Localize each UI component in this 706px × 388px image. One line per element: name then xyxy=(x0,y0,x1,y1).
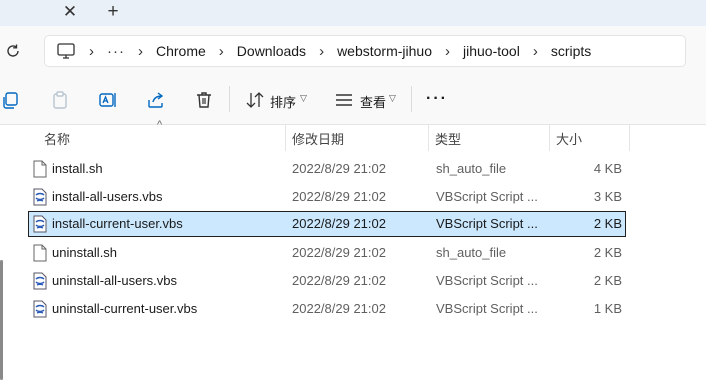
copy-icon[interactable] xyxy=(2,90,22,110)
rename-icon[interactable] xyxy=(98,90,118,110)
file-size: 2 KB xyxy=(593,245,622,260)
view-icon[interactable] xyxy=(334,90,354,110)
breadcrumb-item[interactable]: webstorm-jihuo xyxy=(337,43,432,59)
chevron-right-icon[interactable]: › xyxy=(89,43,94,60)
breadcrumb-item[interactable]: jihuo-tool xyxy=(463,43,520,59)
file-size: 1 KB xyxy=(593,301,622,316)
column-divider[interactable] xyxy=(629,125,630,151)
breadcrumb-overflow[interactable]: ··· xyxy=(107,43,125,60)
column-divider[interactable] xyxy=(549,125,550,151)
view-button-label[interactable]: 查看 xyxy=(360,92,386,111)
file-modified: 2022/8/29 21:02 xyxy=(292,273,386,288)
chevron-down-icon[interactable]: ▽ xyxy=(389,93,396,104)
file-row-selected[interactable]: install-current-user.vbs 2022/8/29 21:02… xyxy=(28,211,626,237)
file-size: 2 KB xyxy=(593,273,622,288)
sort-ascending-icon: ^ xyxy=(157,119,163,131)
file-type: VBScript Script ... xyxy=(436,216,538,231)
file-row[interactable]: install.sh 2022/8/29 21:02 sh_auto_file … xyxy=(28,156,626,182)
breadcrumb-item[interactable]: Downloads xyxy=(237,43,306,59)
paste-icon[interactable] xyxy=(50,90,70,110)
file-modified: 2022/8/29 21:02 xyxy=(292,245,386,260)
file-modified: 2022/8/29 21:02 xyxy=(292,216,386,231)
file-name: uninstall-current-user.vbs xyxy=(52,301,198,316)
column-divider[interactable] xyxy=(428,125,429,151)
file-type: VBScript Script ... xyxy=(436,189,538,204)
command-bar: 排序 ▽ 查看 ▽ ··· xyxy=(0,76,706,125)
vbscript-file-icon xyxy=(33,272,47,290)
chevron-right-icon[interactable]: › xyxy=(138,43,143,60)
plus-icon[interactable]: + xyxy=(104,2,122,21)
share-icon[interactable] xyxy=(146,90,166,110)
generic-file-icon xyxy=(33,244,47,262)
tab-strip: ✕ + xyxy=(0,0,706,26)
delete-icon[interactable] xyxy=(194,90,214,110)
vbscript-file-icon xyxy=(33,300,47,318)
column-header-modified[interactable]: 修改日期 xyxy=(292,129,344,148)
file-type: VBScript Script ... xyxy=(436,301,538,316)
file-row[interactable]: uninstall-all-users.vbs 2022/8/29 21:02 … xyxy=(28,268,626,294)
scrollbar[interactable] xyxy=(0,260,3,380)
file-name: install-all-users.vbs xyxy=(52,189,163,204)
file-size: 4 KB xyxy=(593,161,622,176)
file-row[interactable]: uninstall.sh 2022/8/29 21:02 sh_auto_fil… xyxy=(28,240,626,266)
file-modified: 2022/8/29 21:02 xyxy=(292,189,386,204)
toolbar-divider xyxy=(411,86,412,112)
toolbar-divider xyxy=(229,86,230,112)
address-row: › ··· › Chrome › Downloads › webstorm-ji… xyxy=(0,26,706,76)
file-modified: 2022/8/29 21:02 xyxy=(292,161,386,176)
file-name: install.sh xyxy=(52,161,103,176)
vbscript-file-icon xyxy=(33,215,47,233)
generic-file-icon xyxy=(33,160,47,178)
more-options-button[interactable]: ··· xyxy=(426,90,448,108)
file-name: uninstall.sh xyxy=(52,245,118,260)
chevron-down-icon[interactable]: ▽ xyxy=(300,93,307,104)
chevron-right-icon[interactable]: › xyxy=(533,43,538,60)
file-row[interactable]: uninstall-current-user.vbs 2022/8/29 21:… xyxy=(28,296,626,322)
computer-icon[interactable] xyxy=(56,41,76,61)
column-divider[interactable] xyxy=(285,125,286,151)
file-type: sh_auto_file xyxy=(436,245,507,260)
file-row[interactable]: install-all-users.vbs 2022/8/29 21:02 VB… xyxy=(28,184,626,210)
file-name: uninstall-all-users.vbs xyxy=(52,273,177,288)
column-header-name[interactable]: 名称 xyxy=(44,129,70,148)
close-icon[interactable]: ✕ xyxy=(61,3,79,21)
chevron-right-icon[interactable]: › xyxy=(445,43,450,60)
column-headers: ^ 名称 修改日期 类型 大小 xyxy=(0,119,706,151)
vbscript-file-icon xyxy=(33,188,47,206)
file-name: install-current-user.vbs xyxy=(52,216,183,231)
column-header-size[interactable]: 大小 xyxy=(556,129,582,148)
chevron-right-icon[interactable]: › xyxy=(319,43,324,60)
breadcrumb-item[interactable]: Chrome xyxy=(156,43,206,59)
address-bar[interactable]: › ··· › Chrome › Downloads › webstorm-ji… xyxy=(44,35,686,67)
file-size: 2 KB xyxy=(593,216,622,231)
chevron-right-icon[interactable]: › xyxy=(219,43,224,60)
file-type: VBScript Script ... xyxy=(436,273,538,288)
refresh-icon[interactable] xyxy=(4,42,22,60)
file-size: 3 KB xyxy=(593,189,622,204)
breadcrumb: › ··· › Chrome › Downloads › webstorm-ji… xyxy=(45,36,591,66)
sort-button-label[interactable]: 排序 xyxy=(270,92,296,111)
file-type: sh_auto_file xyxy=(436,161,507,176)
column-header-type[interactable]: 类型 xyxy=(435,129,461,148)
breadcrumb-item[interactable]: scripts xyxy=(551,43,591,59)
file-modified: 2022/8/29 21:02 xyxy=(292,301,386,316)
sort-icon[interactable] xyxy=(245,90,265,110)
